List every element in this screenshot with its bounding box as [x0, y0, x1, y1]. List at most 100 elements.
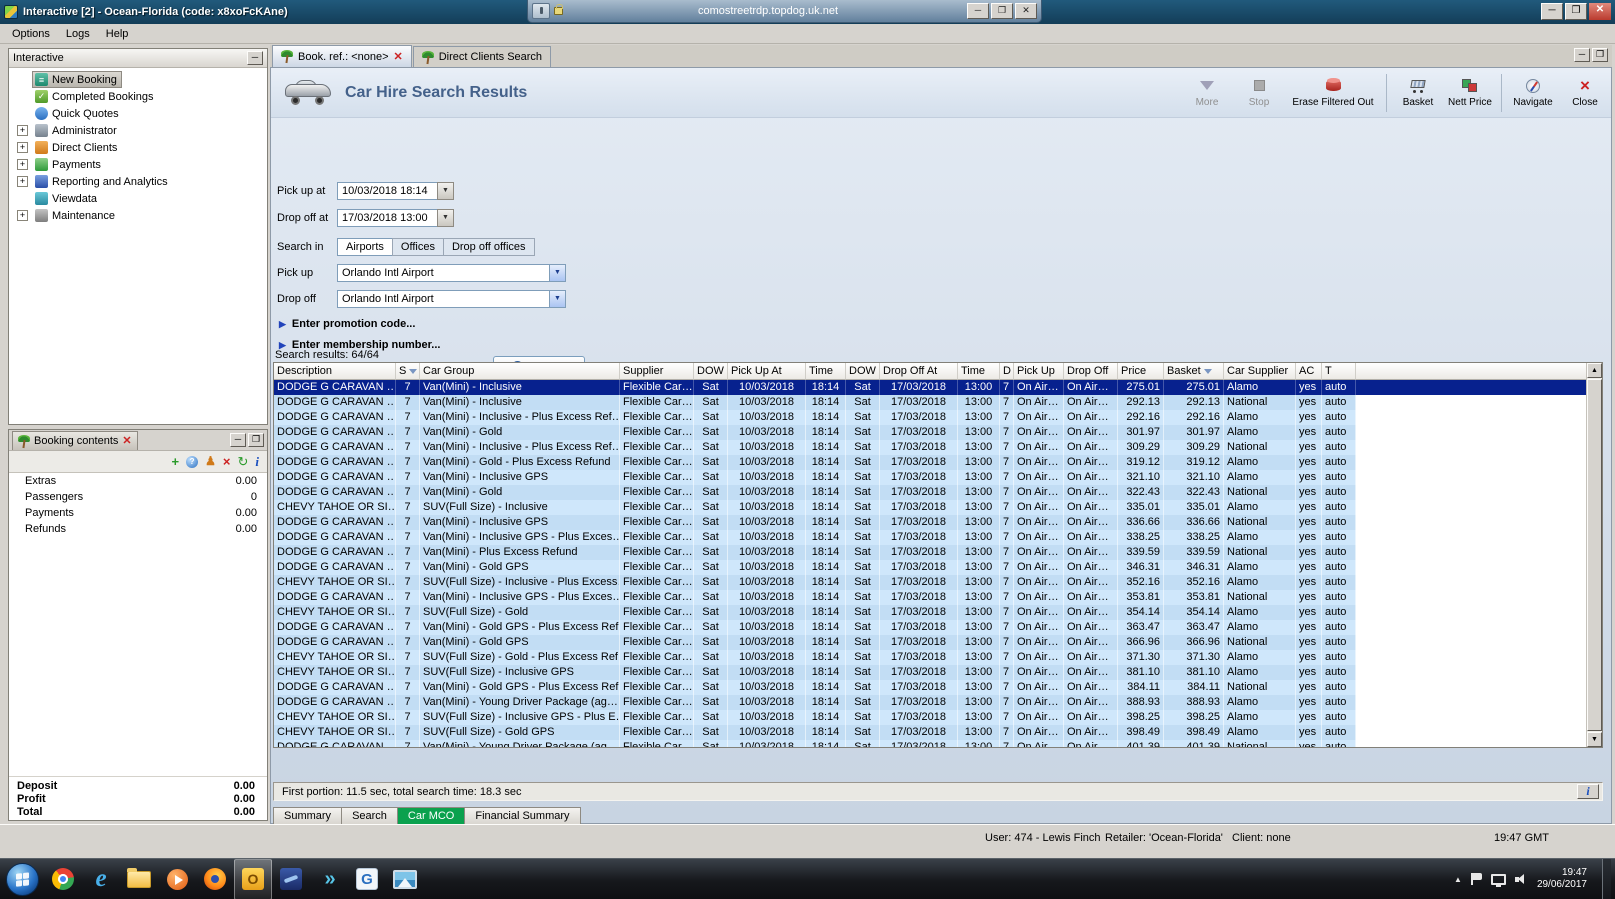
column-header-price[interactable]: Price [1118, 363, 1164, 380]
column-header-t[interactable]: T [1322, 363, 1356, 380]
taskbar-sync-icon[interactable]: » [310, 859, 348, 899]
add-passenger-icon[interactable]: ♟ [205, 455, 216, 468]
taskbar-chrome-icon[interactable] [44, 859, 82, 899]
table-row[interactable]: DODGE G CARAVAN … 7 Van(Mini) - Inclusive … [274, 590, 1602, 605]
taskbar-ie-icon[interactable]: e [82, 859, 120, 899]
sidebar-item-completed-bookings[interactable]: ✓ Completed Bookings [9, 88, 267, 105]
table-row[interactable]: CHEVY TAHOE OR SI… 7 SUV(Full Size) - Incl… [274, 710, 1602, 725]
column-header-drop-off-at[interactable]: Drop Off At [880, 363, 958, 380]
pickup-at-field[interactable]: 10/03/2018 18:14 [337, 182, 438, 200]
globe-help-icon[interactable]: ? [186, 455, 199, 468]
rdp-close-button[interactable]: ✕ [1015, 3, 1037, 19]
booking-restore-button[interactable]: ❐ [248, 433, 264, 447]
table-row[interactable]: DODGE G CARAVAN … 7 Van(Mini) - Inclusive … [274, 515, 1602, 530]
sidebar-item-reporting-and-analytics[interactable]: + Reporting and Analytics [9, 173, 267, 190]
booking-row-passengers[interactable]: Passengers 0 [9, 489, 267, 505]
pickup-dropdown-icon[interactable]: ▼ [549, 264, 566, 282]
tray-clock[interactable]: 19:47 29/06/2017 [1537, 867, 1587, 891]
sidebar-item-administrator[interactable]: + Administrator [9, 122, 267, 139]
table-row[interactable]: DODGE G CARAVAN … 7 Van(Mini) - Young Driv… [274, 740, 1602, 747]
menu-item-logs[interactable]: Logs [58, 26, 98, 42]
taskbar-media-icon[interactable] [158, 859, 196, 899]
table-row[interactable]: DODGE G CARAVAN … 7 Van(Mini) - Young Driv… [274, 695, 1602, 710]
taskbar-photo-viewer-icon[interactable] [386, 859, 424, 899]
sidebar-item-direct-clients[interactable]: + Direct Clients [9, 139, 267, 156]
menu-item-options[interactable]: Options [4, 26, 58, 42]
vertical-scrollbar[interactable]: ▲ ▼ [1586, 363, 1602, 747]
filter-icon[interactable] [409, 368, 418, 374]
dropoff-dropdown-icon[interactable]: ▼ [549, 290, 566, 308]
table-row[interactable]: DODGE G CARAVAN … 7 Van(Mini) - Gold GPS -… [274, 620, 1602, 635]
erase-filtered-out-button[interactable]: Erase Filtered Out [1287, 71, 1379, 115]
sidebar-item-maintenance[interactable]: + Maintenance [9, 207, 267, 224]
search-in-drop-off-offices[interactable]: Drop off offices [442, 238, 535, 256]
filter-icon[interactable] [1203, 368, 1212, 374]
expand-icon[interactable]: + [17, 210, 28, 221]
booking-minimize-button[interactable]: ─ [230, 433, 246, 447]
table-row[interactable]: DODGE G CARAVAN … 7 Van(Mini) - Plus Exces… [274, 545, 1602, 560]
rdp-restore-button[interactable]: ❐ [991, 3, 1013, 19]
close-button[interactable]: × Close [1561, 71, 1609, 115]
taskbar-outlook-icon[interactable]: O [234, 858, 272, 899]
table-row[interactable]: DODGE G CARAVAN … 7 Van(Mini) - Gold Flexib… [274, 425, 1602, 440]
table-row[interactable]: CHEVY TAHOE OR SI… 7 SUV(Full Size) - Gold… [274, 725, 1602, 740]
refresh-icon[interactable]: ↻ [237, 455, 248, 468]
mdi-restore-button[interactable]: ❐ [1592, 48, 1608, 62]
bottom-tab-summary[interactable]: Summary [273, 807, 343, 825]
taskbar-explorer-icon[interactable] [120, 859, 158, 899]
scroll-down-icon[interactable]: ▼ [1587, 732, 1602, 747]
dropoff-at-dropdown-icon[interactable]: ▼ [437, 209, 454, 227]
add-icon[interactable]: + [172, 455, 180, 468]
tray-volume-icon[interactable] [1514, 873, 1528, 885]
taskbar-g-icon[interactable]: G [348, 859, 386, 899]
tray-display-icon[interactable] [1490, 873, 1506, 887]
navigate-button[interactable]: Navigate [1509, 71, 1557, 115]
bottom-tab-financial-summary[interactable]: Financial Summary [464, 807, 581, 825]
sidebar-item-new-booking[interactable]: ≡ New Booking [9, 71, 267, 88]
search-in-airports[interactable]: Airports [337, 238, 393, 256]
expand-icon[interactable]: + [17, 176, 28, 187]
column-header-dow[interactable]: DOW [694, 363, 728, 380]
tray-action-center-icon[interactable] [1470, 873, 1482, 885]
basket-button[interactable]: Basket [1394, 71, 1442, 115]
search-in-offices[interactable]: Offices [391, 238, 444, 256]
column-header-car-supplier[interactable]: Car Supplier [1224, 363, 1296, 380]
info-button[interactable]: i [1577, 784, 1599, 799]
tray-hidden-icons-chevron[interactable]: ▲ [1454, 875, 1462, 884]
column-header-pick-up-at[interactable]: Pick Up At [728, 363, 806, 380]
nett-price-button[interactable]: Nett Price [1446, 71, 1494, 115]
column-header-dow[interactable]: DOW [846, 363, 880, 380]
column-header-supplier[interactable]: Supplier [620, 363, 694, 380]
expand-icon[interactable]: + [17, 125, 28, 136]
info-icon[interactable]: i [255, 455, 259, 468]
panel-collapse-button[interactable]: ─ [247, 51, 263, 65]
table-row[interactable]: DODGE G CARAVAN … 7 Van(Mini) - Inclusive … [274, 410, 1602, 425]
table-row[interactable]: DODGE G CARAVAN … 7 Van(Mini) - Inclusive F… [274, 395, 1602, 410]
table-row[interactable]: CHEVY TAHOE OR SI… 7 SUV(Full Size) - Incl… [274, 500, 1602, 515]
column-header-pick-up[interactable]: Pick Up [1014, 363, 1064, 380]
scrollbar-thumb[interactable] [1587, 379, 1602, 731]
scroll-up-icon[interactable]: ▲ [1587, 363, 1602, 378]
tab-direct-clients-search[interactable]: Direct Clients Search [412, 46, 552, 67]
table-row[interactable]: CHEVY TAHOE OR SI… 7 SUV(Full Size) - Gold… [274, 605, 1602, 620]
close-button[interactable]: ✕ [1589, 3, 1611, 20]
column-header-time[interactable]: Time [958, 363, 1000, 380]
pickup-combo[interactable]: Orlando Intl Airport [337, 264, 550, 282]
dropoff-at-field[interactable]: 17/03/2018 13:00 [337, 209, 438, 227]
column-header-s[interactable]: S [396, 363, 420, 380]
delete-icon[interactable]: × [223, 455, 231, 468]
table-row[interactable]: DODGE G CARAVAN … 7 Van(Mini) - Gold GPS Fl… [274, 635, 1602, 650]
table-row[interactable]: DODGE G CARAVAN … 7 Van(Mini) - Inclusive F… [274, 380, 1602, 395]
sidebar-item-payments[interactable]: + Payments [9, 156, 267, 173]
expand-icon[interactable]: + [17, 142, 28, 153]
booking-row-payments[interactable]: Payments 0.00 [9, 505, 267, 521]
booking-tab-close-icon[interactable]: ✕ [122, 436, 131, 447]
column-header-d[interactable]: D [1000, 363, 1014, 380]
taskbar-app-icon[interactable] [272, 859, 310, 899]
dropoff-combo[interactable]: Orlando Intl Airport [337, 290, 550, 308]
expand-icon[interactable]: + [17, 159, 28, 170]
booking-row-extras[interactable]: Extras 0.00 [9, 473, 267, 489]
tab-close-icon[interactable]: ✕ [394, 51, 403, 62]
table-row[interactable]: DODGE G CARAVAN … 7 Van(Mini) - Inclusive … [274, 530, 1602, 545]
tab-booking-ref[interactable]: Book. ref.: <none> ✕ [272, 45, 412, 67]
